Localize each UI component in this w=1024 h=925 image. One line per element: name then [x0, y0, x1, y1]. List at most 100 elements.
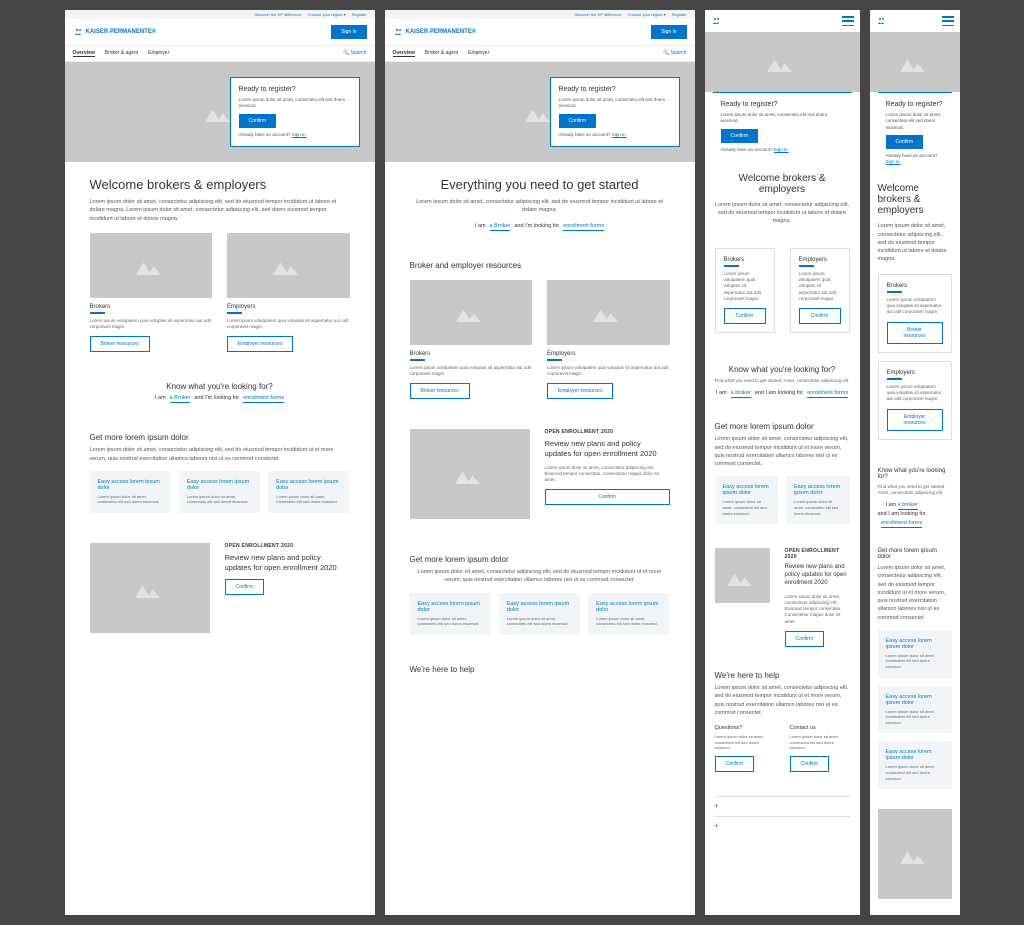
- region-select[interactable]: Choose your region ▾: [308, 12, 346, 17]
- tile-link[interactable]: Easy access lorem ipsum dolor: [187, 479, 252, 491]
- register-confirm-button[interactable]: Confirm: [239, 114, 277, 128]
- help-section: We're here to help: [385, 650, 695, 693]
- tile-link[interactable]: Easy access lorem ipsum dolor: [276, 479, 341, 491]
- kp-diff-link[interactable]: Discover the KP difference: [254, 12, 301, 17]
- accordion-item[interactable]: +: [715, 796, 850, 816]
- sign-in-link[interactable]: Sign in.: [292, 132, 307, 137]
- nav-employer[interactable]: Employer: [468, 50, 489, 57]
- brokers-column: Brokers Lorem ipsum volutpatem quia volu…: [90, 233, 213, 353]
- selector-sentence: I am a Broker and I'm looking forenrollm…: [410, 223, 670, 231]
- tile-link[interactable]: Easy access lorem ipsum dolor: [886, 749, 944, 761]
- tile-link[interactable]: Easy access lorem ipsum dolor: [418, 601, 483, 613]
- tile-link[interactable]: Easy access lorem ipsum dolor: [794, 484, 842, 496]
- need-select[interactable]: enrollment forms: [243, 395, 284, 403]
- employers-card: Employers Lorem ipsum volutpatem quia vo…: [878, 361, 952, 440]
- employers-column: Employers Lorem ipsum volutpatem quia vo…: [227, 233, 350, 353]
- broker-resources-button[interactable]: Broker resources: [887, 322, 943, 344]
- tile-link[interactable]: Easy access lorem ipsum dolor: [723, 484, 771, 496]
- questions-button[interactable]: Confirm: [715, 756, 755, 772]
- employer-resources-button[interactable]: Employer resources: [227, 336, 293, 352]
- nav-overview[interactable]: Overview: [393, 50, 415, 57]
- brokers-heading: Brokers: [90, 304, 213, 310]
- access-tile: Easy access lorem ipsum dolorLorem ipsum…: [90, 471, 171, 513]
- more-text: Lorem ipsum dolor sit amet, consectetur …: [90, 446, 350, 463]
- know-heading: Know what you're looking for?: [90, 382, 350, 391]
- know-section: Know what you're looking for? Find what …: [705, 353, 860, 410]
- search-link[interactable]: 🔍 Search: [663, 50, 686, 57]
- more-heading: Get more lorem ipsum dolor: [90, 433, 350, 442]
- register-card: Ready to register? Lorem ipsum dolor sit…: [878, 92, 952, 173]
- nav-broker[interactable]: Broker & agent: [105, 50, 138, 57]
- tile-link[interactable]: Easy access lorem ipsum dolor: [596, 601, 661, 613]
- contact-button[interactable]: Confirm: [790, 756, 830, 772]
- cards-section: Brokers Lorem ipsum volutpatem quia volu…: [705, 238, 860, 353]
- tile-link[interactable]: Easy access lorem ipsum dolor: [886, 694, 944, 706]
- header: KAISER PERMANENTE® Sign in: [385, 19, 695, 46]
- register-confirm-button[interactable]: Confirm: [559, 114, 597, 128]
- register-title: Ready to register?: [239, 86, 351, 93]
- enrollment-kicker: OPEN ENROLLMENT 2020: [225, 543, 350, 549]
- brokers-image: [90, 233, 213, 298]
- welcome-section: Welcome brokers & employers Lorem ipsum …: [705, 161, 860, 238]
- employer-resources-button[interactable]: Employer resources: [887, 409, 943, 431]
- access-tile: Easy access lorem ipsum dolorLorem ipsum…: [715, 476, 779, 524]
- page-title: Welcome brokers & employers: [90, 177, 350, 192]
- more-section: Get more lorem ipsum dolor Lorem ipsum d…: [65, 418, 375, 528]
- access-tile: Easy access lorem ipsum dolorLorem ipsum…: [179, 471, 260, 513]
- role-select[interactable]: a broker: [731, 390, 751, 398]
- nav-broker[interactable]: Broker & agent: [425, 50, 458, 57]
- tile-link[interactable]: Easy access lorem ipsum dolor: [886, 638, 944, 650]
- enrollment-button[interactable]: Confirm: [785, 631, 825, 647]
- logo[interactable]: [711, 17, 721, 25]
- sign-in-link[interactable]: Sign in.: [886, 159, 901, 164]
- access-tile: Easy access lorem ipsum dolorLorem ipsum…: [786, 476, 850, 524]
- hamburger-icon[interactable]: [842, 16, 854, 26]
- welcome-section: Welcome brokers & employers Lorem ipsum …: [870, 173, 960, 273]
- employers-card: Employers Lorem ipsum volutpatem quia vo…: [790, 248, 850, 333]
- sign-in-button[interactable]: Sign in: [331, 25, 366, 39]
- tile-link[interactable]: Easy access lorem ipsum dolor: [98, 479, 163, 491]
- need-select[interactable]: enrollment forms: [563, 223, 604, 231]
- logo[interactable]: [876, 17, 886, 25]
- hamburger-icon[interactable]: [942, 16, 954, 26]
- register-confirm-button[interactable]: Confirm: [886, 135, 924, 149]
- accordion-item[interactable]: +: [715, 816, 850, 836]
- register-link[interactable]: Register: [672, 12, 687, 17]
- mobile-header: [705, 10, 860, 32]
- desktop-variant-a: Discover the KP difference Choose your r…: [65, 10, 375, 915]
- kp-diff-link[interactable]: Discover the KP difference: [574, 12, 621, 17]
- region-select[interactable]: Choose your region ▾: [628, 12, 666, 17]
- register-confirm-button[interactable]: Confirm: [721, 129, 759, 143]
- sign-in-link[interactable]: Sign in.: [774, 147, 789, 152]
- need-select[interactable]: enrollment forms: [807, 390, 848, 398]
- logo[interactable]: KAISER PERMANENTE®: [73, 28, 157, 36]
- search-link[interactable]: 🔍 Search: [343, 50, 366, 57]
- mobile-header: [870, 10, 960, 32]
- enrollment-button[interactable]: Confirm: [545, 489, 670, 505]
- need-select[interactable]: enrollment forms: [881, 520, 922, 528]
- register-link[interactable]: Register: [352, 12, 367, 17]
- cards-section: Brokers Lorem ipsum volutpatem quia volu…: [870, 274, 960, 458]
- role-select[interactable]: a Broker: [170, 395, 191, 403]
- nav-overview[interactable]: Overview: [73, 50, 95, 57]
- enrollment-image: [90, 543, 210, 633]
- contact-column: Contact us Lorem ipsum dolor sit amet, c…: [790, 725, 850, 772]
- hero: Ready to register? Lorem ipsum dolor sit…: [65, 62, 375, 162]
- role-select[interactable]: a broker: [898, 502, 918, 510]
- employer-resources-button[interactable]: Employer resources: [547, 383, 613, 399]
- employers-column: Employers Lorem ipsum volutpatem quia vo…: [547, 280, 670, 400]
- access-tile: Easy access lorem ipsum dolorLorem ipsum…: [878, 741, 952, 789]
- sign-in-link[interactable]: Sign in.: [612, 132, 627, 137]
- sign-in-button[interactable]: Sign in: [651, 25, 686, 39]
- register-card: Ready to register? Lorem ipsum dolor sit…: [550, 77, 680, 147]
- enrollment-button[interactable]: Confirm: [225, 579, 265, 595]
- employers-confirm-button[interactable]: Confirm: [799, 308, 841, 324]
- broker-resources-button[interactable]: Broker resources: [90, 336, 150, 352]
- logo[interactable]: KAISER PERMANENTE®: [393, 28, 477, 36]
- tile-link[interactable]: Easy access lorem ipsum dolor: [507, 601, 572, 613]
- nav-employer[interactable]: Employer: [148, 50, 169, 57]
- access-tile: Easy access lorem ipsum dolorLorem ipsum…: [878, 686, 952, 734]
- role-select[interactable]: a Broker: [490, 223, 511, 231]
- brokers-confirm-button[interactable]: Confirm: [724, 308, 766, 324]
- broker-resources-button[interactable]: Broker resources: [410, 383, 470, 399]
